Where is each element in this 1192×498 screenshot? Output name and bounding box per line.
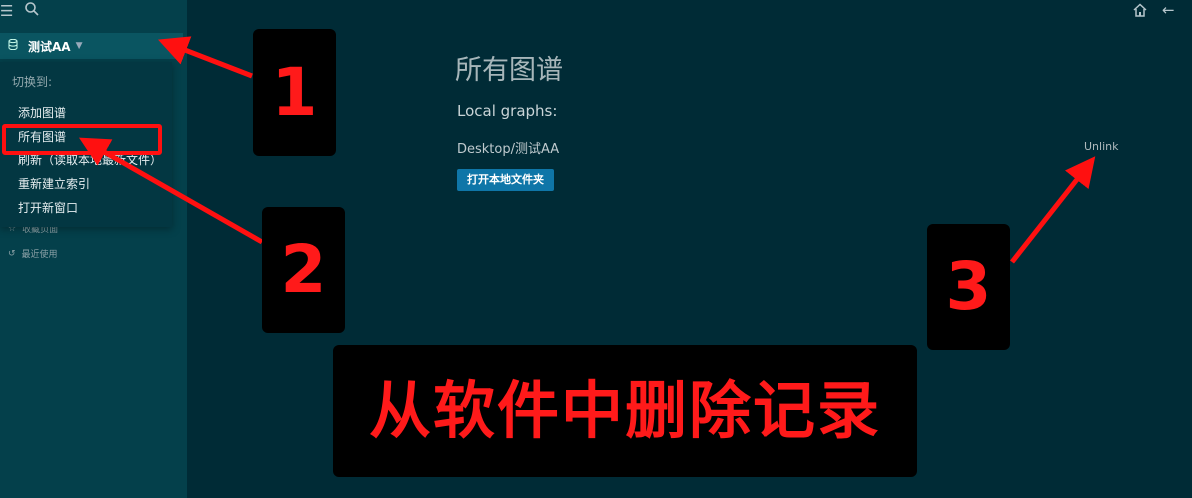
highlight-all-graphs xyxy=(2,124,162,155)
arrow-to-unlink xyxy=(1010,156,1096,264)
step-badge-2: 2 xyxy=(262,207,345,333)
step-badge-3: 3 xyxy=(927,224,1010,350)
arrow-to-all-graphs xyxy=(78,137,264,245)
instruction-banner: 从软件中删除记录 xyxy=(333,345,917,477)
arrow-to-graph-selector xyxy=(158,36,253,79)
step-badge-1: 1 xyxy=(253,29,336,156)
